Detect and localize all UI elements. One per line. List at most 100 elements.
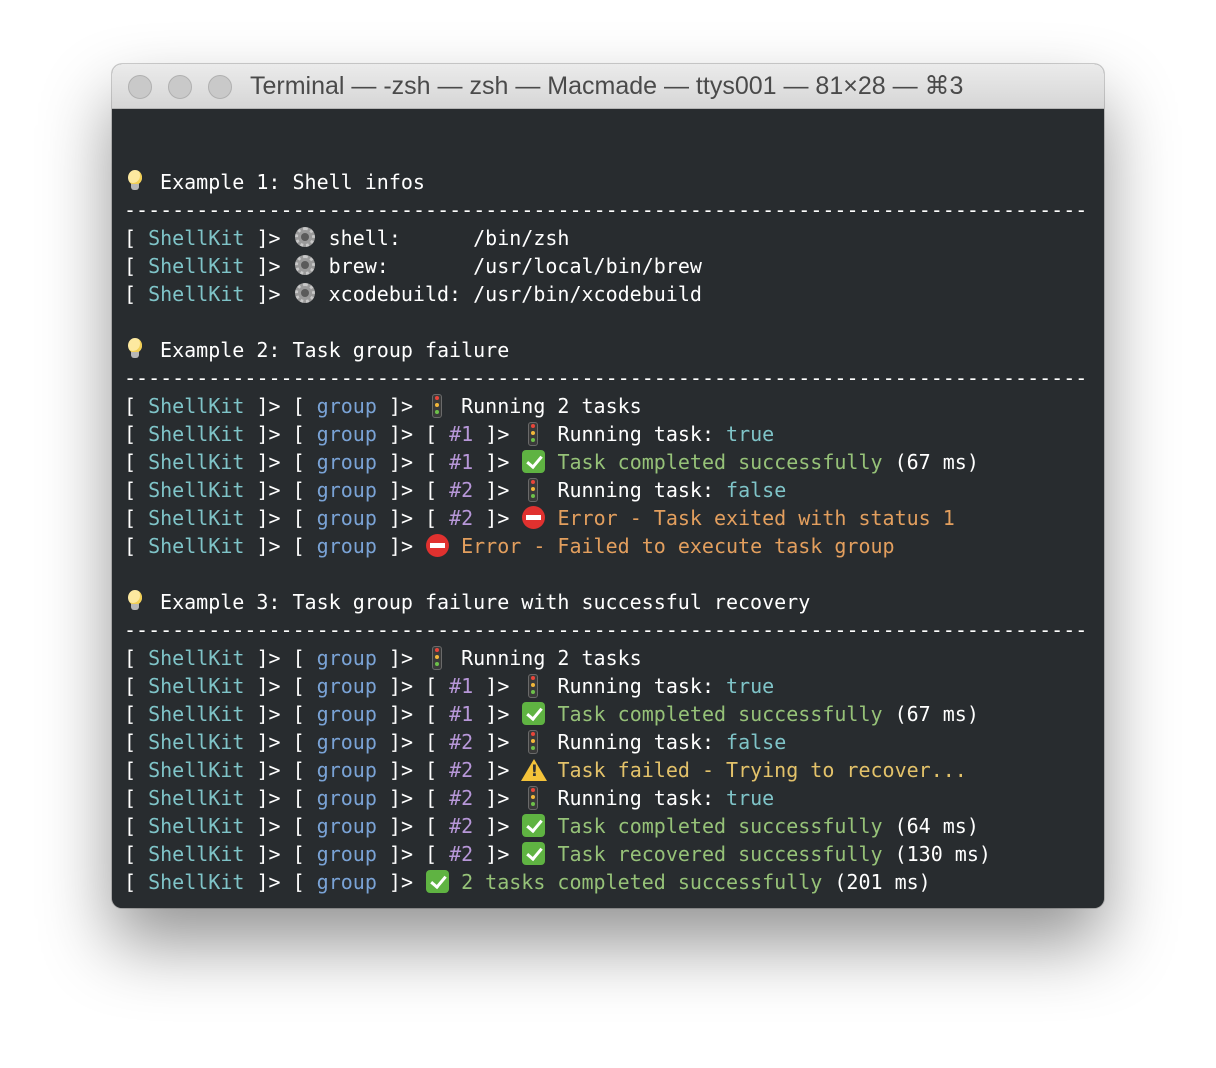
terminal-window: Terminal — -zsh — zsh — Macmade — ttys00… — [112, 64, 1104, 908]
text-segment: ]> [ — [376, 842, 450, 866]
text-segment: ]> — [473, 758, 522, 782]
prefix-name: ShellKit — [148, 394, 245, 418]
text-segment: (67 ms) — [882, 702, 979, 726]
output-line: [ ShellKit ]> [ group ]> [ #1 ]> Task co… — [124, 448, 1087, 476]
text-segment: Running task: — [545, 730, 727, 754]
prefix-close: ]> — [244, 870, 281, 894]
prefix-open: [ — [124, 506, 149, 530]
output-line: [ ShellKit ]> [ group ]> [ #2 ]> Running… — [124, 476, 1087, 504]
text-segment: [ — [280, 702, 317, 726]
text-segment: [ — [280, 786, 317, 810]
prefix-close: ]> — [244, 450, 281, 474]
prefix-close: ]> — [244, 254, 281, 278]
prefix-name: ShellKit — [148, 450, 245, 474]
output-line: [ ShellKit ]> [ group ]> [ #2 ]> Running… — [124, 784, 1087, 812]
prefix-name: ShellKit — [148, 870, 245, 894]
text-segment: Running task: — [545, 674, 727, 698]
prefix-close: ]> — [244, 646, 281, 670]
text-segment: group — [316, 814, 377, 838]
separator-line: ----------------------------------------… — [124, 364, 1087, 392]
traffic-light-icon — [521, 420, 545, 448]
check-icon — [521, 840, 546, 868]
text-segment: Running task: — [545, 478, 727, 502]
output-line: [ ShellKit ]> [ group ]> Running 2 tasks — [124, 644, 1087, 672]
prefix-close: ]> — [244, 758, 281, 782]
text-segment: group — [316, 758, 377, 782]
separator-line: ----------------------------------------… — [124, 616, 1087, 644]
prefix-close: ]> — [244, 506, 281, 530]
text-segment: Example 1: Shell infos — [148, 170, 425, 194]
prefix-open: [ — [124, 394, 149, 418]
prefix-name: ShellKit — [148, 422, 245, 446]
output-line: [ ShellKit ]> [ group ]> [ #1 ]> Running… — [124, 672, 1087, 700]
output-line: [ ShellKit ]> shell: /bin/zsh — [124, 224, 1087, 252]
zoom-button[interactable] — [208, 75, 232, 99]
output-line: Example 3: Task group failure with succe… — [124, 588, 1087, 616]
text-segment: Error - Task exited with status 1 — [545, 506, 955, 530]
text-segment: (67 ms) — [882, 450, 979, 474]
text-segment: #2 — [449, 730, 474, 754]
gear-icon — [293, 280, 317, 308]
text-segment: ]> [ — [376, 674, 450, 698]
check-icon — [521, 812, 546, 840]
output-line: [ ShellKit ]> brew: /usr/local/bin/brew — [124, 252, 1087, 280]
traffic-light-icon — [521, 672, 545, 700]
prefix-close: ]> — [244, 226, 281, 250]
prefix-close: ]> — [244, 786, 281, 810]
output-line: [ ShellKit ]> [ group ]> [ #2 ]> Task re… — [124, 840, 1087, 868]
text-segment: Example 3: Task group failure with succe… — [148, 590, 811, 614]
traffic-light-icon — [521, 784, 545, 812]
text-segment: ]> [ — [376, 450, 450, 474]
text-segment: false — [726, 478, 787, 502]
minimize-button[interactable] — [168, 75, 192, 99]
text-segment: ]> — [473, 842, 522, 866]
no-entry-icon — [425, 532, 450, 560]
prefix-open: [ — [124, 254, 149, 278]
output-line: [ ShellKit ]> [ group ]> [ #2 ]> Task fa… — [124, 756, 1087, 785]
text-segment: group — [316, 870, 377, 894]
text-segment: ]> — [473, 702, 522, 726]
text-segment: #1 — [449, 450, 474, 474]
text-segment: Task failed - Trying to recover... — [545, 758, 967, 782]
output-line: [ ShellKit ]> [ group ]> 2 tasks complet… — [124, 868, 1087, 896]
output-line: [ ShellKit ]> [ group ]> [ #1 ]> Running… — [124, 420, 1087, 448]
text-segment: ]> — [473, 674, 522, 698]
text-segment: (64 ms) — [882, 814, 979, 838]
text-segment: [ — [280, 870, 317, 894]
close-button[interactable] — [128, 75, 152, 99]
terminal-content[interactable]: Example 1: Shell infos ------------------… — [112, 110, 1104, 908]
text-segment: ]> [ — [376, 702, 450, 726]
text-segment: group — [316, 534, 377, 558]
prefix-name: ShellKit — [148, 814, 245, 838]
prefix-open: [ — [124, 730, 149, 754]
prefix-open: [ — [124, 842, 149, 866]
traffic-light-icon — [521, 728, 545, 756]
title-bar[interactable]: Terminal — -zsh — zsh — Macmade — ttys00… — [112, 64, 1104, 109]
text-segment: Example 2: Task group failure — [148, 338, 510, 362]
text-segment: true — [726, 786, 775, 810]
text-segment: #2 — [449, 478, 474, 502]
text-segment — [281, 254, 293, 278]
window-title: Terminal — -zsh — zsh — Macmade — ttys00… — [250, 72, 964, 100]
prefix-open: [ — [124, 758, 149, 782]
no-entry-icon — [521, 504, 546, 532]
traffic-light-icon — [425, 644, 449, 672]
prefix-open: [ — [124, 646, 149, 670]
text-segment: true — [726, 422, 775, 446]
text-segment: [ — [280, 478, 317, 502]
text-segment: false — [726, 730, 787, 754]
text-segment: ]> — [473, 450, 522, 474]
separator: ----------------------------------------… — [124, 618, 1088, 642]
text-segment: [ — [280, 534, 317, 558]
separator: ----------------------------------------… — [124, 366, 1088, 390]
prefix-open: [ — [124, 226, 149, 250]
prefix-open: [ — [124, 422, 149, 446]
terminal-output[interactable]: Example 1: Shell infos ------------------… — [124, 140, 1087, 896]
text-segment: group — [316, 394, 377, 418]
prefix-close: ]> — [244, 814, 281, 838]
prefix-name: ShellKit — [148, 226, 245, 250]
text-segment: group — [316, 450, 377, 474]
text-segment: Running task: — [545, 422, 727, 446]
text-segment: group — [316, 730, 377, 754]
text-segment: (130 ms) — [882, 842, 991, 866]
